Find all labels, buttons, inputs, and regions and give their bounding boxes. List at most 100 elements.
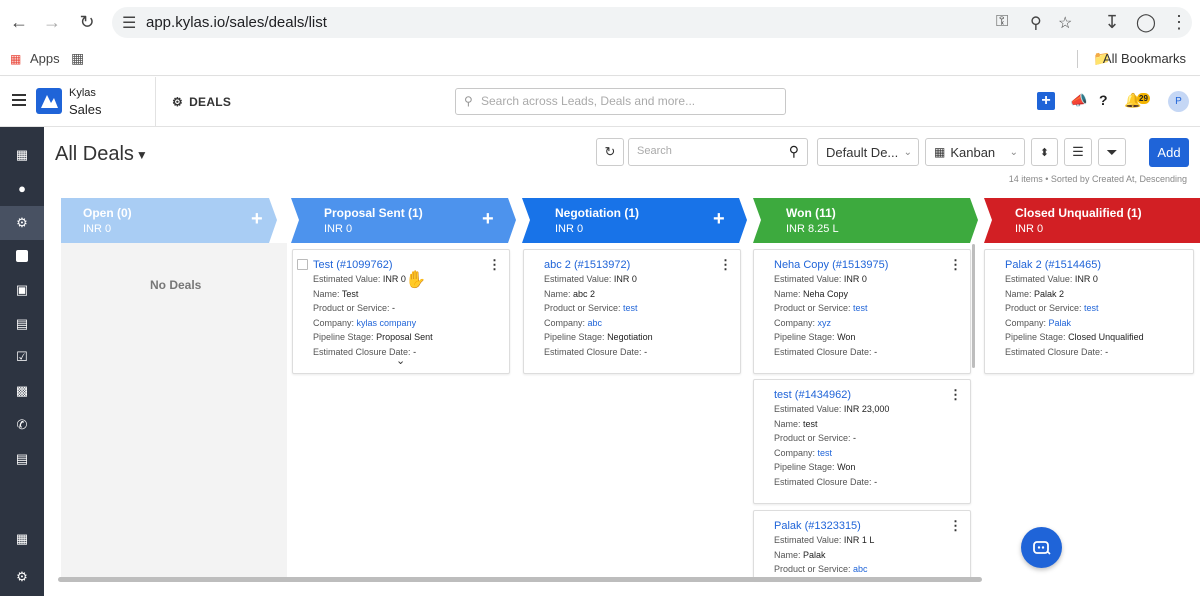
company-link[interactable]: test [818,448,833,458]
company-row: Company: xyz [774,318,832,328]
back-icon[interactable]: ← [8,11,30,33]
caret-down-icon[interactable]: ▼ [136,148,148,162]
sidebar-contacts-icon[interactable] [0,239,44,273]
product-link[interactable]: test [623,303,638,313]
deal-title[interactable]: test (#1434962) [774,389,851,401]
columns-icon: ☰ [1072,144,1084,159]
sidebar-settings-icon[interactable]: ⚙ [0,560,44,594]
sidebar-apps-icon[interactable]: ▦ [0,522,44,556]
quick-add-button[interactable]: + [1037,92,1055,110]
more-options-icon[interactable]: ⋮ [719,257,732,273]
global-search-input[interactable] [481,94,771,108]
more-options-icon[interactable]: ⋮ [488,257,501,273]
company-link[interactable]: xyz [818,318,832,328]
deal-title[interactable]: Test (#1099762) [313,259,393,271]
deal-card[interactable]: abc 2 (#1513972) ⋮ Estimated Value: INR … [523,249,741,374]
tab-groups-icon[interactable]: ▦ [71,50,84,67]
reload-icon[interactable]: ↻ [76,11,98,33]
company-link[interactable]: Palak [1049,318,1072,328]
all-bookmarks[interactable]: All Bookmarks [1103,51,1186,66]
pipeline-stage-row: Pipeline Stage: Closed Unqualified [1005,332,1144,342]
closure-date-row: Estimated Closure Date: - [774,477,878,487]
estimated-value-row: Estimated Value: INR 0 [544,274,637,284]
vertical-scrollbar[interactable] [972,244,975,368]
search-icon[interactable]: ⚲ [789,143,799,160]
sidebar-companies-icon[interactable]: ▣ [0,273,44,307]
estimated-value-row: Estimated Value: INR 0 [1005,274,1098,284]
forward-icon[interactable]: → [41,11,63,33]
browser-menu-icon[interactable]: ⋮ [1168,11,1190,33]
zoom-icon[interactable]: ⚲ [1030,13,1042,33]
sidebar-tasks-icon[interactable]: ▤ [0,307,44,341]
deal-card[interactable]: Palak (#1323315) ⋮ Estimated Value: INR … [753,510,971,580]
deal-title[interactable]: Palak (#1323315) [774,520,861,532]
sidebar-dashboard-icon[interactable]: ▦ [0,138,44,172]
add-deal-icon[interactable]: + [251,208,263,231]
page-title[interactable]: All Deals ▼ [55,143,148,166]
sidebar-reports-icon[interactable]: ▤ [0,442,44,476]
add-deal-icon[interactable]: + [482,208,494,231]
bookmark-star-icon[interactable]: ☆ [1058,13,1072,33]
add-deal-icon[interactable]: + [713,208,725,231]
chevron-down-icon[interactable]: ⌄ [396,354,405,367]
download-icon[interactable]: ↧ [1101,11,1123,33]
more-options-icon[interactable]: ⋮ [949,257,962,273]
deal-card[interactable]: Neha Copy (#1513975) ⋮ Estimated Value: … [753,249,971,374]
notification-badge: 29 [1137,93,1150,104]
stage-proposal-sent[interactable]: Proposal Sent (1) INR 0 + [291,198,516,243]
address-bar[interactable]: ☰ app.kylas.io/sales/deals/list ⚿ ⚲ ☆ [112,7,1192,38]
company-link[interactable]: abc [588,318,603,328]
site-info-icon[interactable]: ☰ [122,13,136,33]
card-checkbox[interactable] [297,259,308,270]
megaphone-icon[interactable]: 📣 [1070,92,1087,109]
url-text[interactable]: app.kylas.io/sales/deals/list [146,14,327,31]
company-link[interactable]: kylas company [357,318,417,328]
deal-card[interactable]: test (#1434962) ⋮ Estimated Value: INR 2… [753,379,971,504]
sidebar-checklist-icon[interactable]: ☑ [0,340,44,374]
deal-card[interactable]: Palak 2 (#1514465) Estimated Value: INR … [984,249,1194,374]
help-icon[interactable]: ? [1099,92,1108,108]
deal-title[interactable]: Palak 2 (#1514465) [1005,259,1101,271]
deal-search-input[interactable] [637,145,777,157]
sidebar-calls-icon[interactable]: ✆ [0,408,44,442]
deal-title[interactable]: abc 2 (#1513972) [544,259,630,271]
product-link[interactable]: abc [853,564,868,574]
name-row: Name: Palak [774,550,826,560]
sort-button[interactable]: ⬍ [1031,138,1058,166]
name-row: Name: Test [313,289,359,299]
sidebar-calendar-icon[interactable]: ▩ [0,374,44,408]
add-button[interactable]: Add [1149,138,1189,167]
deal-title[interactable]: Neha Copy (#1513975) [774,259,888,271]
avatar[interactable]: P [1168,91,1189,112]
deal-card[interactable]: Test (#1099762) ⋮ Estimated Value: INR 0… [292,249,510,374]
password-key-icon[interactable]: ⚿ [996,13,1008,31]
stage-open[interactable]: Open (0) INR 0 + [61,198,277,243]
profile-icon[interactable]: ◯ [1135,11,1157,33]
layout-select[interactable]: ▦ Kanban ⌄ [925,138,1025,166]
product-link[interactable]: test [853,303,868,313]
more-options-icon[interactable]: ⋮ [949,518,962,534]
stage-negotiation[interactable]: Negotiation (1) INR 0 + [522,198,747,243]
refresh-button[interactable]: ↻ [596,138,624,166]
horizontal-scrollbar[interactable] [58,577,982,582]
pipeline-stage-row: Pipeline Stage: Won [774,462,856,472]
view-select[interactable]: Default De... ⌄ [817,138,919,166]
more-options-icon[interactable]: ⋮ [949,387,962,403]
apps-grid-icon[interactable]: ▦ [10,52,21,66]
chatbot-button[interactable] [1021,527,1062,568]
kanban-icon: ▦ [934,145,946,159]
bookmark-apps[interactable]: Apps [30,51,60,66]
hamburger-menu-icon[interactable] [12,94,26,106]
stage-name: Won (11) [786,206,836,220]
sidebar-leads-icon[interactable]: ● [0,171,44,205]
columns-button[interactable]: ☰ [1064,138,1092,166]
global-search[interactable]: ⚲ [455,88,786,115]
deal-search[interactable]: ⚲ [628,138,808,166]
stage-closed-unqualified[interactable]: Closed Unqualified (1) INR 0 [984,198,1200,243]
kylas-logo[interactable] [36,88,62,114]
product-link[interactable]: test [1084,303,1099,313]
filter-button[interactable]: ⏷ [1098,138,1126,166]
sidebar-deals-icon[interactable]: ⚙ [0,206,44,240]
product-row: Product or Service: test [1005,303,1099,313]
stage-won[interactable]: Won (11) INR 8.25 L [753,198,978,243]
